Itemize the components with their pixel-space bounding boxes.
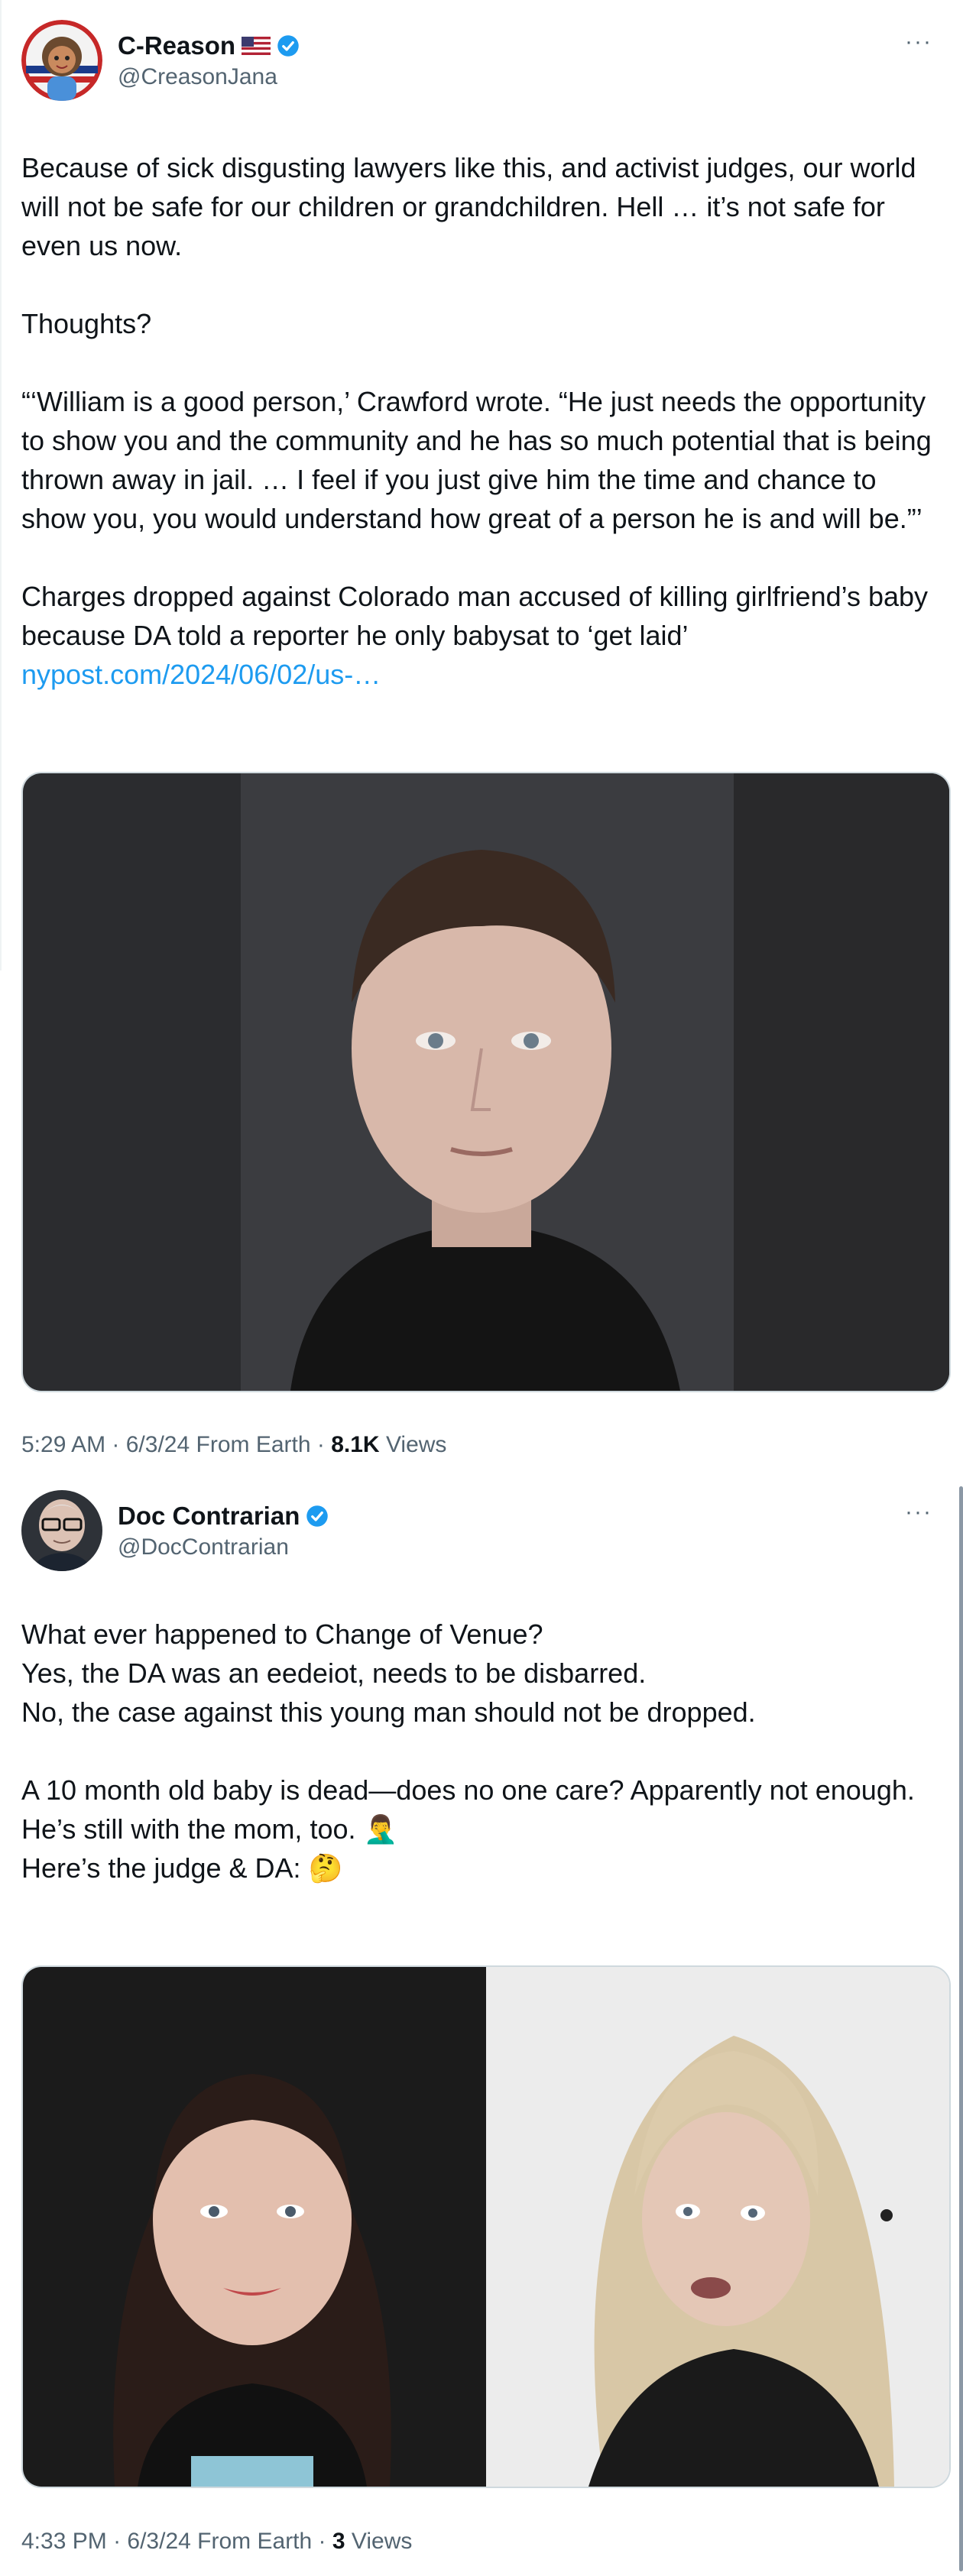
more-icon[interactable]: ··· xyxy=(905,29,932,55)
tweet-paragraph: He’s still with the mom, too. 🤦‍♂️ xyxy=(21,1813,398,1845)
tweet-date[interactable]: 6/3/24 xyxy=(127,2529,190,2554)
tweet-date[interactable]: 6/3/24 xyxy=(126,1432,190,1457)
tweet-paragraph: No, the case against this young man shou… xyxy=(21,1696,756,1728)
handle[interactable]: @DocContrarian xyxy=(118,1533,289,1562)
article-link[interactable]: nypost.com/2024/06/02/us-… xyxy=(21,659,381,690)
tweet-meta: 4:33 PM · 6/3/24 From Earth · 3 Views xyxy=(21,2529,413,2554)
us-flag-icon xyxy=(242,37,271,55)
avatar[interactable] xyxy=(21,20,102,101)
tweet-paragraph: Here’s the judge & DA: 🤔 xyxy=(21,1852,343,1884)
tweet-paragraph: Because of sick disgusting lawyers like … xyxy=(21,152,916,261)
tweet-image-pair[interactable] xyxy=(21,1965,951,2488)
tweet-paragraph: Yes, the DA was an eedeiot, needs to be … xyxy=(21,1657,647,1689)
views-label: Views xyxy=(351,2529,413,2554)
tweet-paragraph: “‘William is a good person,’ Crawford wr… xyxy=(21,386,932,534)
tweet-time[interactable]: 4:33 PM xyxy=(21,2529,107,2554)
tweet-source: From Earth xyxy=(196,1432,311,1457)
tweet-2[interactable]: Doc Contrarian @DocContrarian ··· What e… xyxy=(0,1490,963,2576)
display-name[interactable]: Doc Contrarian xyxy=(118,1501,329,1531)
display-name-text: C-Reason xyxy=(118,31,236,60)
tweet-paragraph: Charges dropped against Colorado man acc… xyxy=(21,581,929,651)
handle[interactable]: @CreasonJana xyxy=(118,63,277,92)
tweet-1[interactable]: C-Reason @CreasonJana ··· Because of sic… xyxy=(0,0,963,1490)
views-count: 8.1K xyxy=(331,1432,380,1457)
tweet-source: From Earth xyxy=(197,2529,313,2554)
tweet-meta: 5:29 AM · 6/3/24 From Earth · 8.1K Views xyxy=(21,1432,447,1457)
views-label: Views xyxy=(385,1432,447,1457)
tweet-body: Because of sick disgusting lawyers like … xyxy=(21,148,946,694)
views-count: 3 xyxy=(332,2529,345,2554)
tweet-image-mugshot[interactable] xyxy=(21,772,951,1392)
tweet-paragraph: Thoughts? xyxy=(21,308,152,339)
verified-badge-icon xyxy=(306,1505,329,1527)
tweet-paragraph: A 10 month old baby is dead—does no one … xyxy=(21,1774,915,1806)
display-name-text: Doc Contrarian xyxy=(118,1502,300,1530)
verified-badge-icon xyxy=(277,35,299,57)
display-name[interactable]: C-Reason xyxy=(118,31,300,61)
more-icon[interactable]: ··· xyxy=(905,1499,932,1525)
tweet-paragraph: What ever happened to Change of Venue? xyxy=(21,1619,543,1650)
tweet-body: What ever happened to Change of Venue? Y… xyxy=(21,1615,946,1887)
tweet-time[interactable]: 5:29 AM xyxy=(21,1432,105,1457)
avatar[interactable] xyxy=(21,1490,102,1571)
